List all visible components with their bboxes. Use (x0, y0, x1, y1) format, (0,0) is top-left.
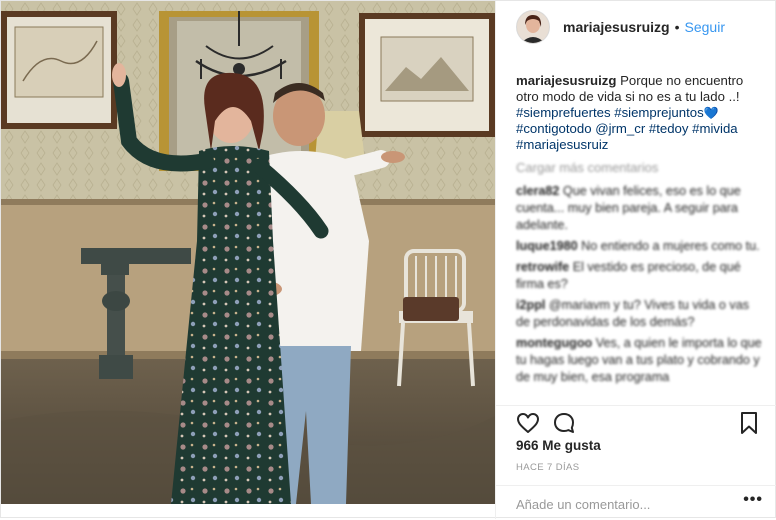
post-caption: mariajesusruizg Porque no encuentro otro… (516, 73, 764, 153)
post-side-panel: mariajesusruizg • Seguir mariajesusruizg… (495, 1, 776, 519)
comment-input[interactable] (516, 495, 726, 513)
hashtag-link[interactable]: #mariajesusruiz (516, 137, 608, 152)
comment-item: retrowife El vestido es precioso, de qué… (516, 259, 764, 293)
avatar[interactable] (516, 10, 550, 44)
mention-link[interactable]: @jrm_cr (595, 121, 645, 136)
avatar-portrait-icon (517, 11, 549, 43)
hashtag-link[interactable]: #tedoy (649, 121, 689, 136)
hashtag-link[interactable]: #siemprefuertes (516, 105, 611, 120)
comment-username[interactable]: i2ppl (516, 298, 545, 312)
comment-username[interactable]: clera82 (516, 184, 559, 198)
instagram-post: mariajesusruizg • Seguir mariajesusruizg… (0, 0, 776, 519)
action-bar (496, 405, 776, 436)
comment-username[interactable]: montegugoo (516, 336, 592, 350)
heart-outline-icon[interactable] (516, 411, 540, 435)
hashtag-link[interactable]: #contigotodo (516, 121, 592, 136)
post-photo[interactable] (1, 1, 495, 504)
comment-item: luque1980 No entiendo a mujeres como tu. (516, 238, 764, 255)
couple-photo-illustration (1, 1, 495, 504)
caption-username[interactable]: mariajesusruizg (516, 73, 616, 88)
header-username[interactable]: mariajesusruizg (563, 19, 670, 35)
comment-item: montegugoo Ves, a quien le importa lo qu… (516, 335, 764, 386)
comment-text: No entiendo a mujeres como tu. (581, 239, 760, 253)
likes-count[interactable]: 966 Me gusta (516, 438, 601, 453)
comment-username[interactable]: retrowife (516, 260, 569, 274)
comment-text: @mariavm y tu? Vives tu vida o vas de pe… (516, 298, 750, 329)
comment-item: clera82 Que vivan felices, eso es lo que… (516, 183, 764, 234)
load-more-comments[interactable]: Cargar más comentarios (516, 160, 658, 175)
speech-bubble-icon[interactable] (552, 411, 576, 435)
hashtag-link[interactable]: #siemprejuntos (614, 105, 703, 120)
bookmark-icon[interactable] (739, 411, 759, 435)
add-comment-area: ••• (496, 485, 776, 520)
follow-button[interactable]: Seguir (685, 19, 725, 35)
comment-list: clera82 Que vivan felices, eso es lo que… (516, 183, 764, 390)
post-timestamp: HACE 7 DÍAS (516, 462, 580, 473)
more-options-icon[interactable]: ••• (743, 491, 763, 509)
post-header: mariajesusruizg • Seguir (496, 1, 776, 53)
separator-dot: • (674, 19, 680, 35)
comment-username[interactable]: luque1980 (516, 239, 578, 253)
blue-heart-emoji: 💙 (703, 106, 719, 120)
comment-item: i2ppl @mariavm y tu? Vives tu vida o vas… (516, 297, 764, 331)
hashtag-link[interactable]: #mivida (692, 121, 737, 136)
